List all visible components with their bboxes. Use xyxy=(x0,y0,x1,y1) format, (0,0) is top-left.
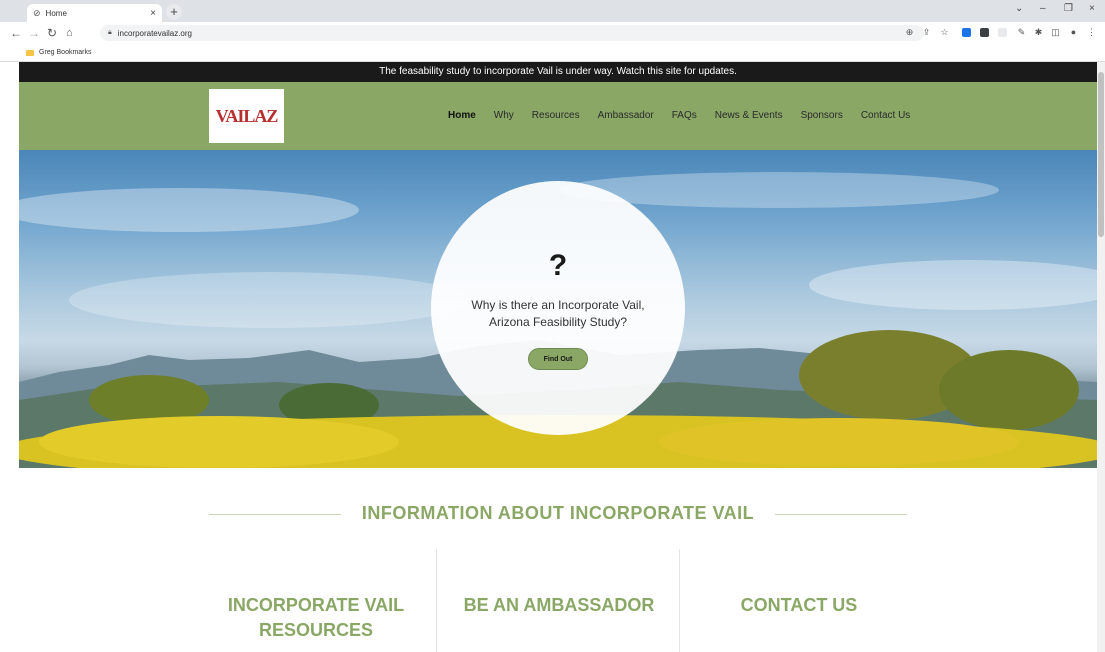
share-icon[interactable]: ⇪ xyxy=(922,28,931,37)
ambassador-link[interactable]: BE AN AMBASSADOR xyxy=(454,593,664,618)
bookmarks-bar: Greg Bookmarks xyxy=(0,44,1105,62)
menu-kebab-icon[interactable]: ⋮ xyxy=(1087,28,1096,37)
globe-icon: ⊘ xyxy=(33,7,41,18)
web-page: The feasability study to incorporate Vai… xyxy=(19,62,1097,652)
hero-banner: ? Why is there an Incorporate Vail, Ariz… xyxy=(19,150,1097,468)
resources-link[interactable]: INCORPORATE VAIL RESOURCES xyxy=(200,593,432,643)
question-mark-heading: ? xyxy=(548,249,568,282)
extension-dark-icon[interactable] xyxy=(980,28,989,37)
browser-tab[interactable]: ⊘ Home × xyxy=(27,4,162,22)
puzzle-icon[interactable]: ✱ xyxy=(1034,28,1043,37)
profile-icon[interactable]: ● xyxy=(1069,28,1078,37)
browser-toolbar: ← → ↻ ⌂ 🔒︎ incorporatevailaz.org ⊕ ⇪ ☆ ✎… xyxy=(0,22,1105,44)
url-text: incorporatevailaz.org xyxy=(117,28,192,38)
home-icon[interactable]: ⌂ xyxy=(66,26,73,40)
site-header: VAILAZ Home Why Resources Ambassador FAQ… xyxy=(19,82,1097,150)
browser-tab-strip: ⊘ Home × + ⌄ – ❐ × xyxy=(0,0,1105,22)
page-scrollbar[interactable] xyxy=(1097,62,1105,652)
site-logo[interactable]: VAILAZ xyxy=(209,89,284,143)
close-window-icon[interactable]: × xyxy=(1089,3,1095,14)
nav-why[interactable]: Why xyxy=(494,110,514,121)
lock-icon: 🔒︎ xyxy=(108,29,112,36)
reload-icon[interactable]: ↻ xyxy=(47,26,57,40)
close-tab-icon[interactable]: × xyxy=(150,8,156,19)
new-tab-button[interactable]: + xyxy=(166,4,182,20)
extension-icon[interactable]: ✎ xyxy=(1017,28,1026,37)
info-section-title: INFORMATION ABOUT INCORPORATE VAIL xyxy=(361,503,755,523)
column-divider xyxy=(436,549,437,652)
scrollbar-thumb[interactable] xyxy=(1098,72,1104,237)
address-bar[interactable]: 🔒︎ incorporatevailaz.org xyxy=(100,25,924,41)
column-divider xyxy=(679,549,680,652)
nav-sponsors[interactable]: Sponsors xyxy=(801,110,843,121)
tab-search-icon[interactable]: ⌄ xyxy=(1015,3,1023,14)
contact-us-link[interactable]: CONTACT US xyxy=(699,593,899,618)
hero-circle: ? Why is there an Incorporate Vail, Ariz… xyxy=(431,181,685,435)
back-icon[interactable]: ← xyxy=(10,26,22,40)
title-rule-right xyxy=(775,514,907,515)
bookmark-folder[interactable]: Greg Bookmarks xyxy=(39,49,92,56)
minimize-icon[interactable]: – xyxy=(1040,3,1046,14)
logo-text: VAILAZ xyxy=(215,105,279,126)
folder-icon xyxy=(26,49,34,56)
announcement-bar: The feasability study to incorporate Vai… xyxy=(19,62,1097,82)
star-icon[interactable]: ☆ xyxy=(940,28,949,37)
extension-blue-icon[interactable] xyxy=(962,28,971,37)
install-icon[interactable]: ⊕ xyxy=(905,28,914,37)
forward-icon[interactable]: → xyxy=(28,26,40,40)
tab-title: Home xyxy=(45,8,67,18)
extension-gray-icon[interactable] xyxy=(998,28,1007,37)
nav-home[interactable]: Home xyxy=(448,110,476,121)
nav-news-events[interactable]: News & Events xyxy=(715,110,783,121)
hero-text: Why is there an Incorporate Vail, Arizon… xyxy=(471,298,645,329)
sidepanel-icon[interactable]: ◫ xyxy=(1051,28,1060,37)
main-nav: Home Why Resources Ambassador FAQs News … xyxy=(448,110,928,121)
restore-icon[interactable]: ❐ xyxy=(1064,3,1073,14)
nav-faqs[interactable]: FAQs xyxy=(672,110,697,121)
find-out-button[interactable]: Find Out xyxy=(528,348,588,370)
nav-resources[interactable]: Resources xyxy=(532,110,580,121)
nav-ambassador[interactable]: Ambassador xyxy=(598,110,654,121)
nav-contact-us[interactable]: Contact Us xyxy=(861,110,910,121)
